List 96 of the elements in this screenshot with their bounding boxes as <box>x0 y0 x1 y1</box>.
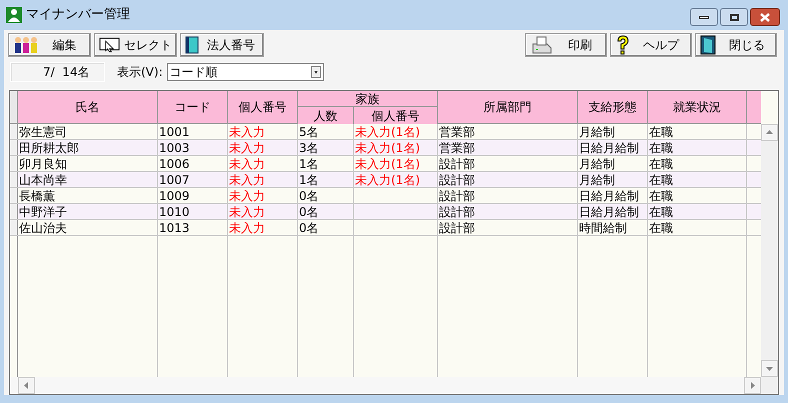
record-count: 7/ 14名 <box>10 62 105 82</box>
table-cell: 3名 <box>298 140 354 155</box>
table-cell: 田所耕太郎 <box>18 140 158 155</box>
row-header[interactable] <box>10 140 18 155</box>
scroll-up-icon[interactable] <box>761 124 778 141</box>
table-cell: 在職 <box>648 188 747 203</box>
table-cell: 0名 <box>298 220 354 235</box>
row-header[interactable] <box>10 156 18 171</box>
column-header: 就業状況 <box>648 91 747 124</box>
column-header: 所属部門 <box>438 91 578 124</box>
table-cell: 未入力 <box>228 172 298 187</box>
toolbar-button[interactable]: 法人番号 <box>180 32 264 56</box>
table-cell: 時間給制 <box>578 220 648 235</box>
table-cell: 在職 <box>648 172 747 187</box>
table-cell: 未入力(1名) <box>354 124 438 139</box>
view-label: 表示(V): <box>117 64 163 81</box>
table-cell: 0名 <box>298 188 354 203</box>
table-cell: 在職 <box>648 220 747 235</box>
table-cell: 日給月給制 <box>578 140 648 155</box>
table-cell: 設計部 <box>438 156 578 171</box>
table-cell: 未入力(1名) <box>354 140 438 155</box>
table-cell: 営業部 <box>438 124 578 139</box>
scroll-left-icon[interactable] <box>18 377 35 394</box>
toolbar-button[interactable]: セレクト <box>94 32 177 56</box>
table-cell: 未入力 <box>228 124 298 139</box>
table-cell: 未入力 <box>228 156 298 171</box>
maximize-button[interactable] <box>720 8 748 26</box>
vertical-scrollbar[interactable] <box>761 124 778 377</box>
table-cell: 日給月給制 <box>578 188 648 203</box>
sort-dropdown[interactable]: コード順 <box>166 63 324 81</box>
table-cell: 設計部 <box>438 188 578 203</box>
table-cell: 月給制 <box>578 172 648 187</box>
table-cell: 1013 <box>158 220 228 235</box>
scroll-down-icon[interactable] <box>761 360 778 377</box>
table-cell: 1001 <box>158 124 228 139</box>
column-header: 個人番号 <box>228 91 298 124</box>
minimize-button[interactable] <box>690 8 718 26</box>
row-header[interactable] <box>10 124 18 139</box>
table-cell: 月給制 <box>578 124 648 139</box>
table-cell: 設計部 <box>438 220 578 235</box>
table-cell: 在職 <box>648 204 747 219</box>
table-cell: 5名 <box>298 124 354 139</box>
table-cell: 在職 <box>648 156 747 171</box>
table-cell: 日給月給制 <box>578 204 648 219</box>
table-cell: 営業部 <box>438 140 578 155</box>
column-header: 氏名 <box>18 91 158 124</box>
toolbar-button[interactable]: 編集 <box>8 32 91 56</box>
table-cell: 1009 <box>158 188 228 203</box>
door-icon <box>700 34 718 54</box>
scroll-right-icon[interactable] <box>744 377 761 394</box>
person-icon <box>6 7 22 23</box>
table-cell: 設計部 <box>438 172 578 187</box>
toolbar-button[interactable]: 印刷 <box>525 32 607 56</box>
table-cell: 在職 <box>648 140 747 155</box>
table-cell: 未入力(1名) <box>354 172 438 187</box>
table-cell: 中野洋子 <box>18 204 158 219</box>
empty-column-header <box>747 91 761 124</box>
table-cell: 長橋薫 <box>18 188 158 203</box>
table-cell: 未入力 <box>228 188 298 203</box>
row-header[interactable] <box>10 172 18 187</box>
column-header: 支給形態 <box>578 91 648 124</box>
people-icon <box>13 36 39 54</box>
horizontal-scrollbar[interactable] <box>10 377 761 394</box>
row-header[interactable] <box>10 188 18 203</box>
table-cell: 未入力(1名) <box>354 156 438 171</box>
table-cell: 未入力 <box>228 220 298 235</box>
table-cell: 未入力 <box>228 140 298 155</box>
close-button[interactable] <box>750 8 780 26</box>
row-header[interactable] <box>10 220 18 235</box>
corner-header <box>10 91 18 124</box>
table-cell: 月給制 <box>578 156 648 171</box>
toolbar-button[interactable]: ヘルプ <box>610 32 692 56</box>
toolbar-button[interactable]: 閉じる <box>695 32 777 56</box>
row-header[interactable] <box>10 204 18 219</box>
table-cell: 0名 <box>298 204 354 219</box>
question-icon <box>615 34 631 54</box>
column-group-header: 家族 <box>298 91 438 107</box>
table-cell: 山本尚幸 <box>18 172 158 187</box>
table-cell: 設計部 <box>438 204 578 219</box>
table-cell: 弥生憲司 <box>18 124 158 139</box>
table-cell: 1003 <box>158 140 228 155</box>
table-cell: 卯月良知 <box>18 156 158 171</box>
window-title: マイナンバー管理 <box>26 6 131 24</box>
book-icon <box>185 36 199 54</box>
table-cell: 1名 <box>298 156 354 171</box>
table-cell: 1006 <box>158 156 228 171</box>
table-cell: 1名 <box>298 172 354 187</box>
table-cell: 在職 <box>648 124 747 139</box>
cursor-icon <box>99 36 120 52</box>
printer-icon <box>530 36 554 54</box>
column-header: コード <box>158 91 228 124</box>
table-cell: 佐山治夫 <box>18 220 158 235</box>
table-cell: 1010 <box>158 204 228 219</box>
close-icon <box>760 12 770 22</box>
table-cell: 1007 <box>158 172 228 187</box>
table-cell: 未入力 <box>228 204 298 219</box>
